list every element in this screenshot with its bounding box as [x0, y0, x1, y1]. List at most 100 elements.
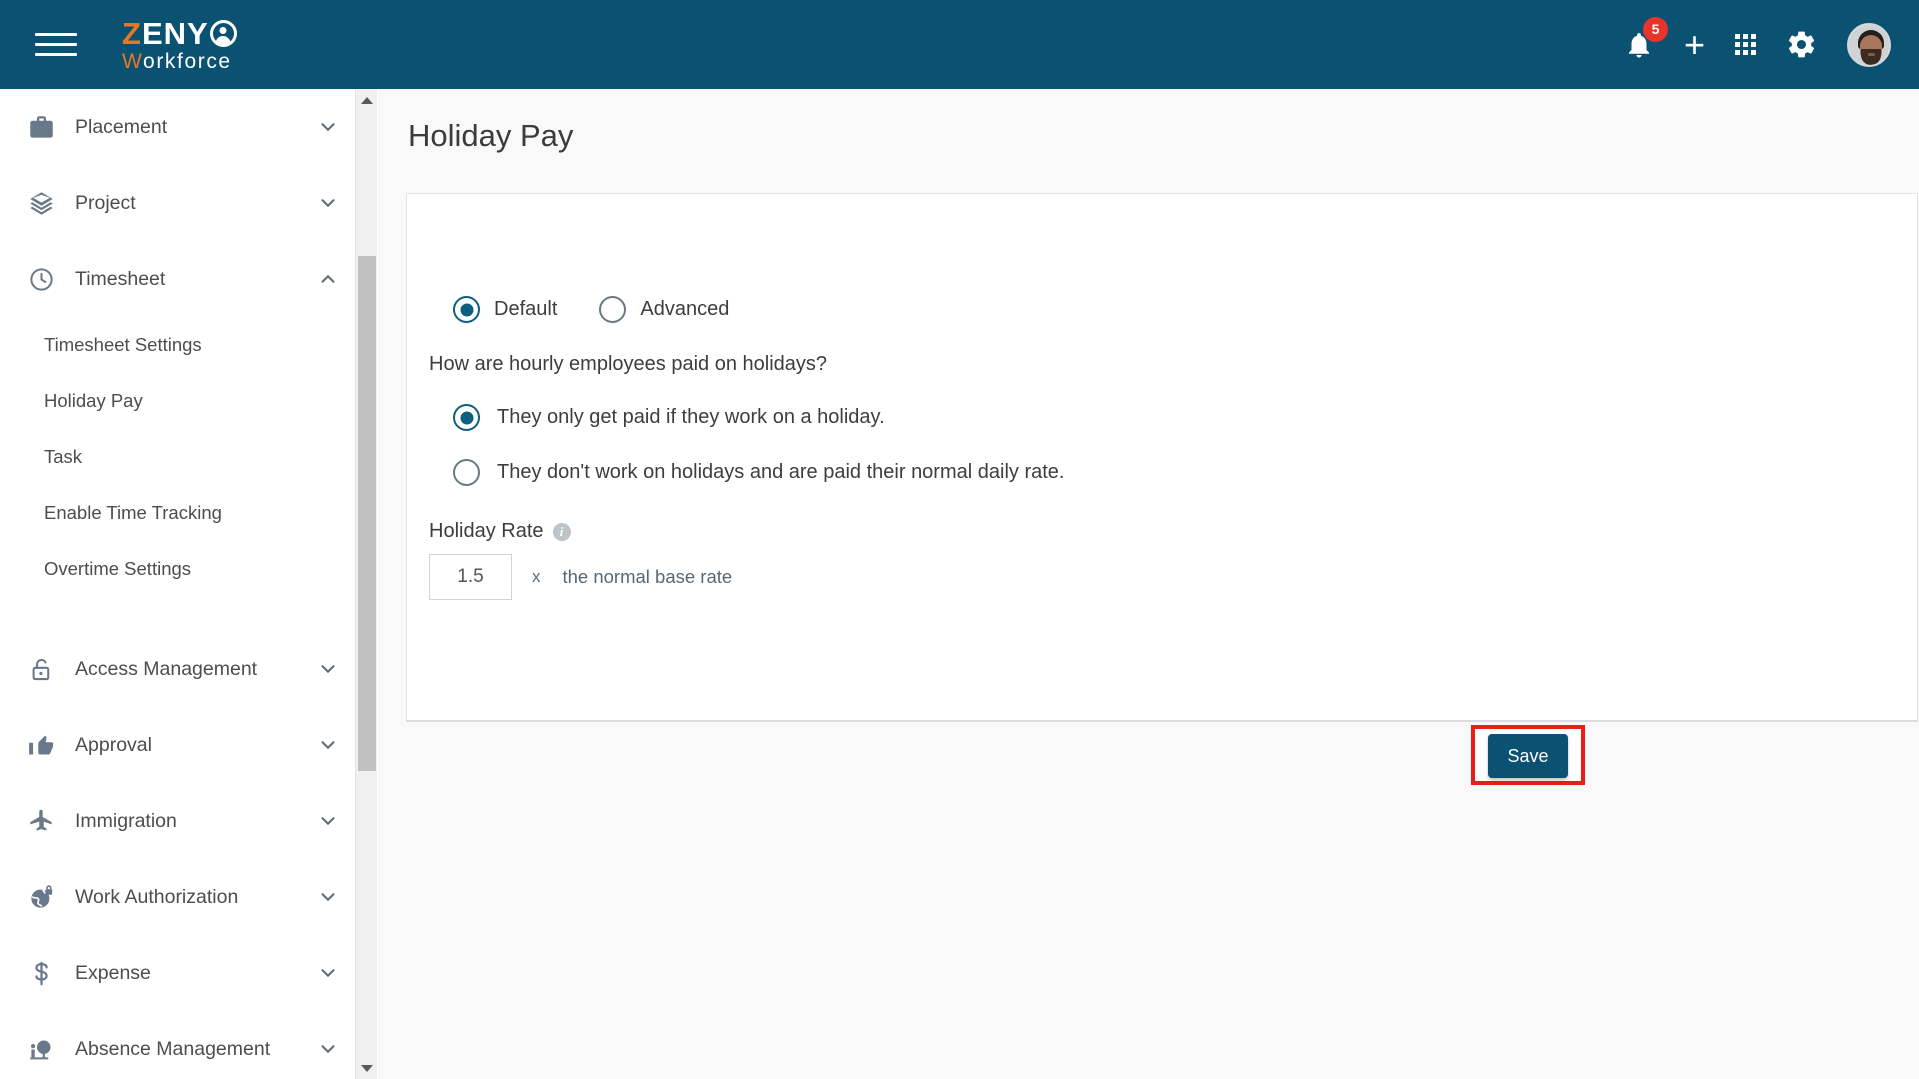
scroll-up-arrow-icon[interactable] [356, 89, 378, 111]
scrollbar-thumb[interactable] [358, 256, 376, 771]
logo-z-letter: Z [122, 15, 142, 51]
grid-dot [1751, 42, 1756, 47]
sidebar-item-expense[interactable]: Expense [0, 935, 355, 1011]
dollar-glyph [34, 961, 48, 985]
info-icon[interactable]: i [552, 522, 571, 541]
logo-w-letter: W [122, 49, 144, 73]
clock-glyph [29, 267, 53, 291]
chevron-down-icon[interactable] [317, 192, 339, 214]
grid-dot [1751, 34, 1756, 39]
chevron-down-icon[interactable] [317, 962, 339, 984]
sidebar-item-label: Absence Management [75, 1037, 271, 1060]
dollar-icon [22, 960, 60, 987]
grid-dot [1735, 34, 1740, 39]
holiday-rate-label-row: Holiday Rate i [429, 520, 1917, 543]
radio-paid-normal-daily-rate-label[interactable]: They don't work on holidays and are paid… [497, 461, 1064, 484]
sidebar-item-project[interactable]: Project [0, 165, 355, 241]
radio-paid-only-if-work[interactable] [453, 404, 480, 431]
grid-dot [1735, 42, 1740, 47]
sidebar-subitem-holiday-pay[interactable]: Holiday Pay [0, 373, 355, 429]
logo-top-row: Z ENY [122, 18, 237, 49]
arrow-down-glyph [361, 1064, 373, 1072]
holiday-rate-input-row: x the normal base rate [429, 554, 1917, 600]
scroll-down-arrow-icon[interactable] [356, 1057, 378, 1079]
sidebar-item-label: Project [75, 191, 136, 214]
arrow-up-glyph [361, 96, 373, 104]
lock-icon [22, 656, 60, 683]
logo-eny-letters: ENY [141, 15, 209, 51]
sidebar-item-immigration[interactable]: Immigration [0, 783, 355, 859]
holiday-pay-question: How are hourly employees paid on holiday… [429, 353, 828, 375]
gear-glyph [1788, 31, 1815, 58]
clock-icon [22, 266, 60, 293]
person-tree-glyph [29, 1040, 50, 1059]
sidebar-subitem-timesheet-settings[interactable]: Timesheet Settings [0, 317, 355, 373]
grid-dot [1735, 50, 1740, 55]
chevron-up-icon[interactable] [317, 268, 339, 290]
radio-default[interactable] [453, 296, 480, 323]
chevron-down-icon[interactable] [317, 658, 339, 680]
globe-lock-glyph [30, 884, 52, 908]
holiday-rate-input[interactable] [429, 554, 512, 600]
add-new-plus-icon[interactable]: + [1684, 26, 1705, 63]
holiday-pay-settings-card: Default Advanced How are hourly employee… [406, 193, 1918, 722]
main-content-area: Holiday Pay Default Advanced How are hou… [378, 89, 1919, 1079]
app-logo[interactable]: Z ENY Workforce [122, 18, 237, 72]
sidebar-item-label: Placement [75, 115, 168, 138]
chevron-down-icon[interactable] [317, 1038, 339, 1060]
layers-icon [22, 190, 60, 217]
sidebar-scrollbar[interactable] [355, 89, 377, 1079]
radio-paid-normal-daily-rate[interactable] [453, 459, 480, 486]
sidebar-item-timesheet[interactable]: Timesheet [0, 241, 355, 317]
chevron-down-icon[interactable] [317, 810, 339, 832]
person-tree-icon [22, 1036, 60, 1063]
thumbs-up-icon [22, 732, 60, 759]
sidebar-item-approval[interactable]: Approval [0, 707, 355, 783]
chevron-down-icon[interactable] [317, 116, 339, 138]
radio-advanced-label[interactable]: Advanced [640, 298, 729, 321]
page-title: Holiday Pay [408, 118, 574, 153]
logo-workforce-text: orkforce [143, 49, 232, 73]
notifications-bell-icon[interactable]: 5 [1624, 16, 1668, 60]
chevron-glyph [321, 123, 335, 132]
mode-radio-group: Default Advanced [453, 296, 1917, 323]
chevron-glyph [321, 1045, 335, 1054]
chevron-down-icon[interactable] [317, 734, 339, 756]
sidebar-item-label: Timesheet [75, 267, 166, 290]
chevron-down-icon[interactable] [317, 886, 339, 908]
sidebar-item-label: Approval [75, 733, 152, 756]
settings-gear-icon[interactable] [1786, 29, 1817, 60]
sidebar-item-work-authorization[interactable]: Work Authorization [0, 859, 355, 935]
sidebar-item-label: Access Management [75, 657, 258, 680]
briefcase-icon [22, 114, 60, 141]
sidebar-subitem-overtime-settings[interactable]: Overtime Settings [0, 541, 355, 597]
sidebar-navigation: Placement Project Timesheet Timesheet Se… [0, 89, 355, 1079]
radio-advanced[interactable] [599, 296, 627, 323]
hamburger-line [35, 53, 77, 56]
radio-default-label[interactable]: Default [494, 298, 557, 321]
airplane-icon [22, 808, 60, 835]
user-avatar[interactable] [1847, 22, 1891, 67]
layers-glyph [29, 191, 53, 215]
sidebar-item-access-management[interactable]: Access Management [0, 631, 355, 707]
apps-grid-icon[interactable] [1735, 34, 1756, 55]
chevron-glyph [321, 199, 335, 208]
radio-paid-only-if-work-label[interactable]: They only get paid if they work on a hol… [497, 406, 885, 429]
sidebar-item-placement[interactable]: Placement [0, 89, 355, 165]
hamburger-menu-icon[interactable] [35, 27, 77, 63]
sidebar-subitem-enable-time-tracking[interactable]: Enable Time Tracking [0, 485, 355, 541]
briefcase-glyph [29, 115, 53, 138]
grid-dot [1743, 50, 1748, 55]
grid-dot [1743, 42, 1748, 47]
globe-lock-icon [22, 884, 60, 911]
lock-glyph [32, 658, 49, 680]
sidebar-subitem-task[interactable]: Task [0, 429, 355, 485]
chevron-glyph [321, 741, 335, 750]
grid-dot [1743, 34, 1748, 39]
save-button[interactable]: Save [1488, 734, 1568, 778]
notification-count-badge: 5 [1642, 16, 1668, 42]
sidebar-item-absence-management[interactable]: Absence Management [0, 1011, 355, 1079]
save-button-container: Save [1471, 725, 1585, 785]
chevron-glyph [321, 274, 335, 283]
